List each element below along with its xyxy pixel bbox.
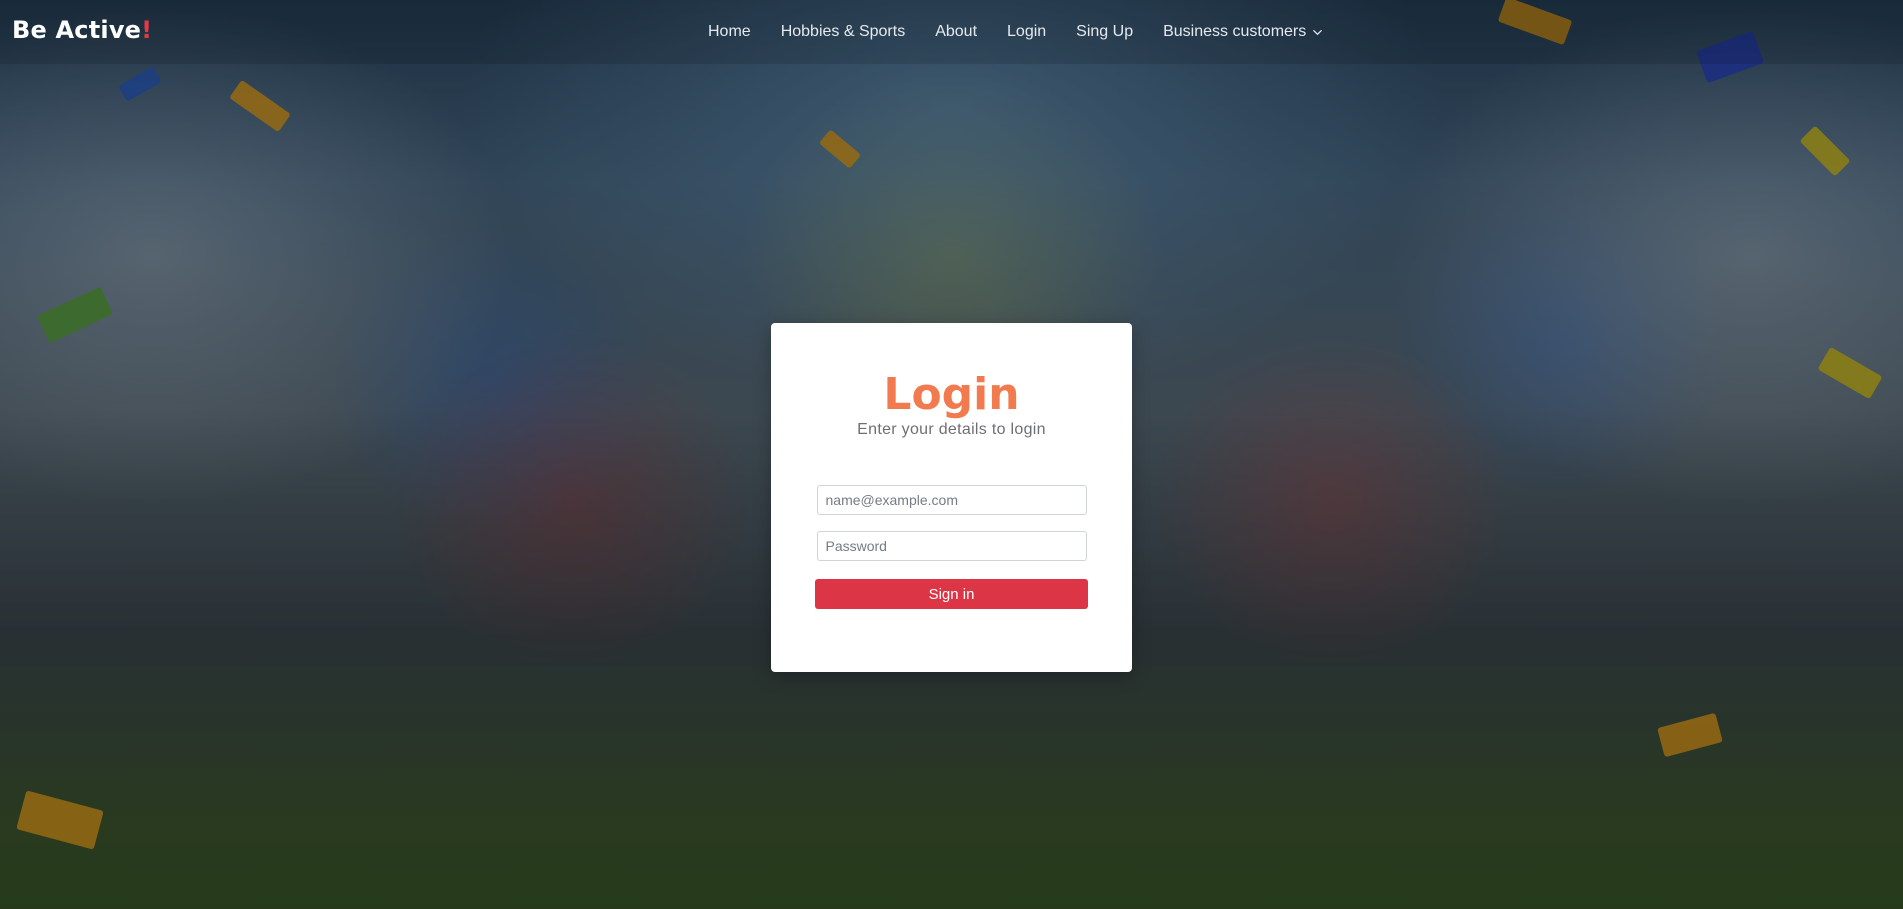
nav-about[interactable]: About bbox=[920, 23, 992, 41]
sign-in-button[interactable]: Sign in bbox=[815, 579, 1088, 609]
top-navbar: Be Active! Home Hobbies & Sports About L… bbox=[0, 0, 1903, 64]
login-title: Login bbox=[883, 369, 1020, 420]
nav-links: Home Hobbies & Sports About Login Sing U… bbox=[693, 0, 1338, 64]
chevron-down-icon bbox=[1313, 29, 1323, 35]
nav-business-customers-label: Business customers bbox=[1163, 23, 1307, 40]
password-field[interactable] bbox=[816, 531, 1087, 561]
brand-logo[interactable]: Be Active! bbox=[12, 16, 152, 44]
login-card: Login Enter your details to login Sign i… bbox=[771, 323, 1132, 672]
nav-home[interactable]: Home bbox=[693, 23, 766, 41]
email-field[interactable] bbox=[816, 485, 1087, 515]
nav-login[interactable]: Login bbox=[992, 23, 1061, 41]
nav-hobbies-sports[interactable]: Hobbies & Sports bbox=[766, 23, 921, 41]
brand-name: Be Active bbox=[12, 16, 142, 44]
nav-sign-up[interactable]: Sing Up bbox=[1061, 23, 1148, 41]
nav-business-customers-dropdown[interactable]: Business customers bbox=[1148, 23, 1338, 41]
brand-mark: ! bbox=[141, 16, 153, 44]
login-form: Sign in bbox=[771, 485, 1132, 609]
login-subtitle: Enter your details to login bbox=[857, 421, 1046, 438]
